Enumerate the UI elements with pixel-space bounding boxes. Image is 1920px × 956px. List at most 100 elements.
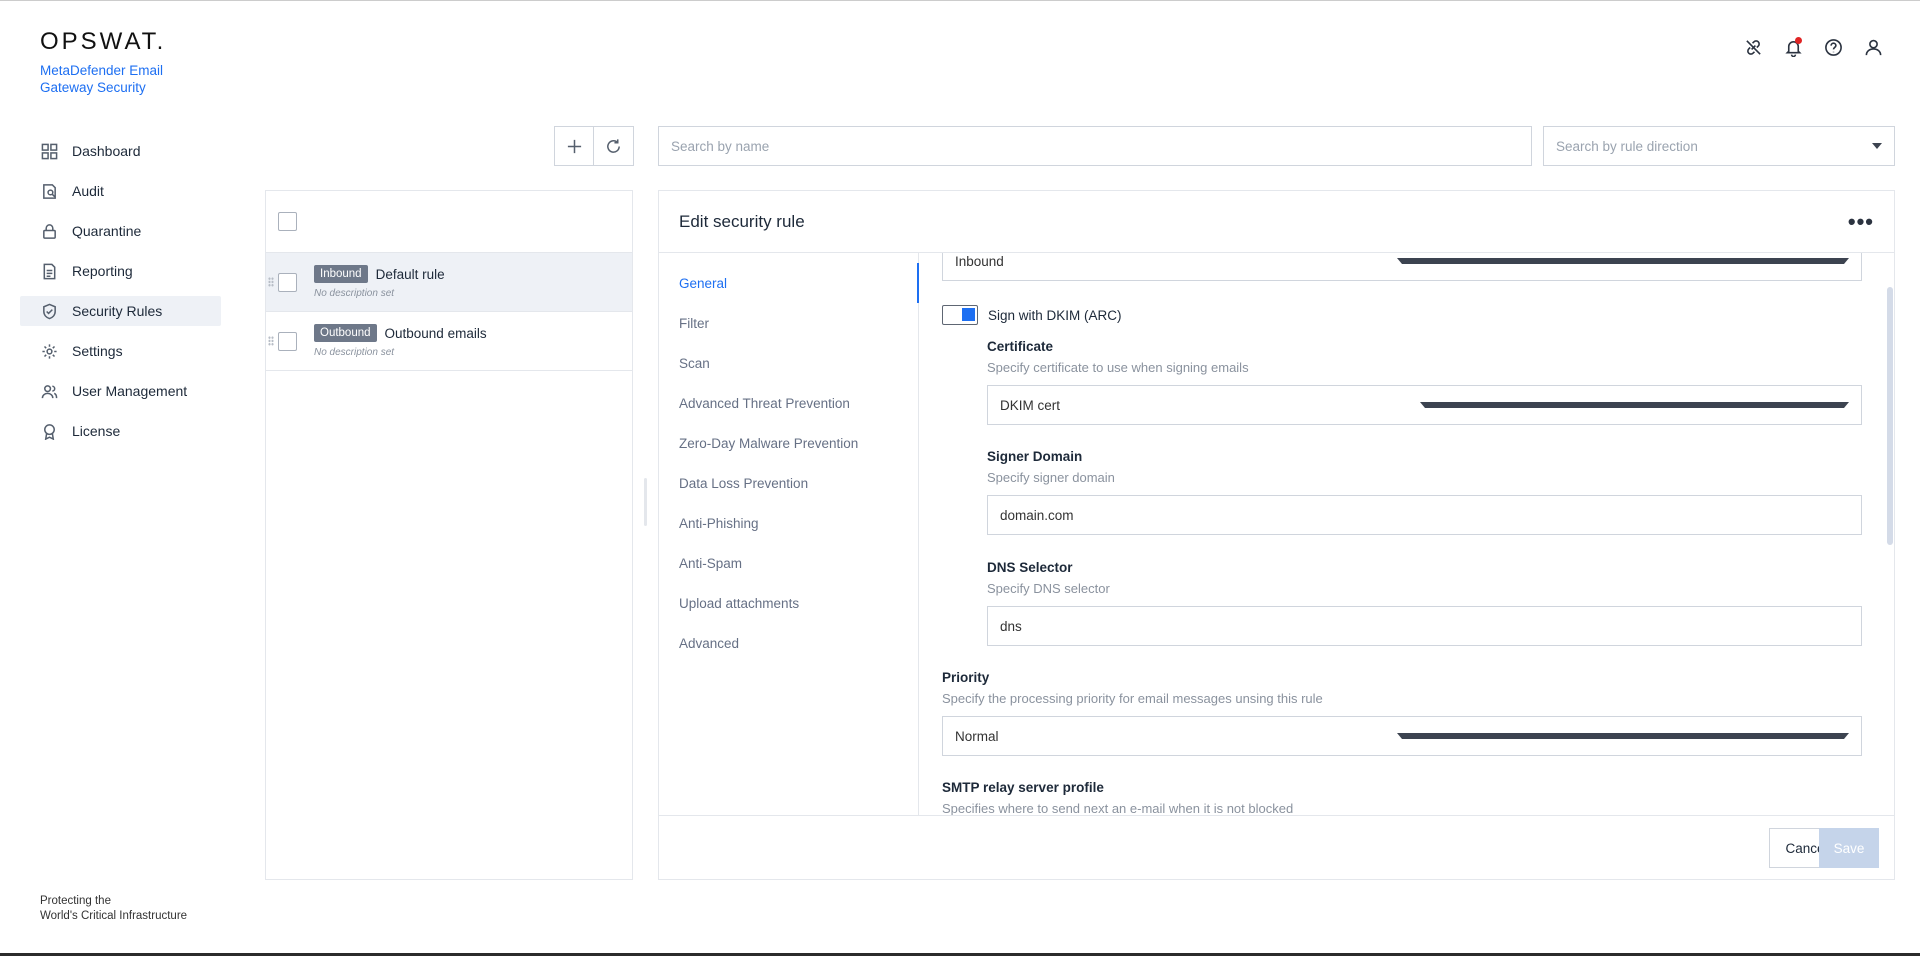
add-rule-button[interactable] (554, 126, 594, 166)
sidebar-item-label: Security Rules (72, 303, 163, 319)
priority-label: Priority (942, 670, 990, 685)
signer-domain-label: Signer Domain (987, 449, 1083, 464)
dkim-toggle-label: Sign with DKIM (ARC) (988, 307, 1122, 323)
sidebar-item-label: Audit (72, 183, 104, 199)
refresh-icon (607, 138, 620, 153)
tab-scan[interactable]: Scan (659, 343, 918, 383)
priority-value: Normal (955, 728, 999, 744)
header-actions (1742, 36, 1884, 58)
brand: OPSWAT. MetaDefender Email Gateway Secur… (40, 28, 190, 96)
list-item[interactable]: Outbound Outbound emails No description … (266, 312, 632, 371)
help-icon[interactable] (1822, 36, 1844, 58)
rule-top: Outbound Outbound emails (314, 324, 487, 342)
priority-help: Specify the processing priority for emai… (942, 691, 1323, 706)
direction-badge: Outbound (314, 324, 377, 342)
direction-value: Inbound (955, 253, 1004, 269)
row-checkbox[interactable] (278, 272, 297, 292)
sidebar-item-label: Dashboard (72, 143, 141, 159)
tab-zero-day-malware-prevention[interactable]: Zero-Day Malware Prevention (659, 423, 918, 463)
rule-direction-select[interactable]: Search by rule direction (1543, 126, 1895, 166)
dkim-toggle[interactable] (942, 305, 978, 325)
general-form: Inbound Sign with DKIM (ARC) Certificate… (920, 253, 1880, 815)
edit-rule-panel: Edit security rule ••• General Filter Sc… (658, 190, 1895, 880)
document-icon (40, 262, 58, 280)
certificate-value: DKIM cert (1000, 397, 1061, 413)
rule-body: Outbound Outbound emails No description … (314, 324, 487, 358)
smtp-relay-help: Specifies where to send next an e-mail w… (942, 801, 1294, 815)
audit-icon (40, 182, 58, 200)
dns-selector-field[interactable]: dns (987, 606, 1862, 646)
save-button[interactable]: Save (1819, 828, 1879, 868)
direction-select[interactable]: Inbound (942, 253, 1862, 281)
footer-line-2: World's Critical Infrastructure (40, 910, 188, 922)
plus-icon (567, 139, 581, 153)
row-checkbox[interactable] (278, 331, 297, 351)
priority-select[interactable]: Normal (942, 716, 1862, 756)
tab-upload-attachments[interactable]: Upload attachments (659, 583, 918, 623)
select-all-checkbox[interactable] (278, 212, 297, 231)
sidebar-item-user-management[interactable]: User Management (20, 376, 221, 406)
list-header (266, 191, 632, 253)
sidebar-item-label: Settings (72, 343, 123, 359)
rule-name: Outbound emails (384, 325, 487, 341)
certificate-help: Specify certificate to use when signing … (987, 360, 1249, 375)
tab-anti-spam[interactable]: Anti-Spam (659, 543, 918, 583)
opswat-logo[interactable]: OPSWAT. (40, 28, 190, 56)
sidebar-item-security-rules[interactable]: Security Rules (20, 296, 221, 326)
sidebar-item-settings[interactable]: Settings (20, 336, 221, 366)
rule-description: No description set (314, 347, 395, 358)
chevron-down-icon (1419, 402, 1849, 408)
tab-filter[interactable]: Filter (659, 303, 918, 343)
tab-anti-phishing[interactable]: Anti-Phishing (659, 503, 918, 543)
form-scrollbar[interactable] (1887, 287, 1893, 545)
users-icon (40, 382, 58, 400)
tab-data-loss-prevention[interactable]: Data Loss Prevention (659, 463, 918, 503)
grid-icon (40, 142, 58, 160)
tab-advanced-threat-prevention[interactable]: Advanced Threat Prevention (659, 383, 918, 423)
panel-resize-handle[interactable] (644, 478, 647, 526)
user-icon[interactable] (1862, 36, 1884, 58)
sidebar-item-reporting[interactable]: Reporting (20, 256, 221, 286)
footer-line-1: Protecting the (40, 895, 111, 907)
rule-top: Inbound Default rule (314, 265, 445, 283)
rule-body: Inbound Default rule No description set (314, 265, 445, 299)
more-options-icon[interactable]: ••• (1848, 209, 1874, 235)
sidebar-item-quarantine[interactable]: Quarantine (20, 216, 221, 246)
signer-domain-field[interactable]: domain.com (987, 495, 1862, 535)
badge-icon (40, 422, 58, 440)
sidebar-item-label: License (72, 423, 121, 439)
list-toolbar (554, 126, 634, 166)
drag-handle-icon[interactable] (268, 277, 274, 287)
toggle-knob (962, 308, 975, 321)
rule-description: No description set (314, 288, 395, 299)
certificate-select[interactable]: DKIM cert (987, 385, 1862, 425)
search-input[interactable] (658, 126, 1532, 166)
drag-handle-icon[interactable] (268, 336, 274, 346)
link-icon[interactable] (1742, 36, 1764, 58)
chevron-down-icon (1872, 143, 1882, 149)
lock-icon (40, 222, 58, 240)
product-name: MetaDefender Email Gateway Security (40, 63, 164, 95)
signer-domain-help: Specify signer domain (987, 470, 1115, 485)
rule-name: Default rule (375, 266, 445, 282)
refresh-button[interactable] (594, 126, 634, 166)
window-top-edge (0, 0, 1920, 1)
tab-advanced[interactable]: Advanced (659, 623, 918, 663)
chevron-down-icon (1397, 733, 1849, 739)
sidebar-item-audit[interactable]: Audit (20, 176, 221, 206)
bell-icon[interactable] (1782, 36, 1804, 58)
certificate-label: Certificate (987, 339, 1054, 354)
sidebar-nav: Dashboard Audit Quarantine Reporting Sec… (20, 136, 221, 456)
gear-icon (40, 342, 58, 360)
dns-selector-help: Specify DNS selector (987, 581, 1110, 596)
dns-selector-label: DNS Selector (987, 560, 1073, 575)
smtp-relay-label: SMTP relay server profile (942, 780, 1104, 795)
rule-list: Inbound Default rule No description set … (265, 190, 633, 880)
page-title: Edit security rule (679, 211, 805, 231)
sidebar-item-license[interactable]: License (20, 416, 221, 446)
sidebar-item-dashboard[interactable]: Dashboard (20, 136, 221, 166)
shield-check-icon (40, 302, 58, 320)
tab-general[interactable]: General (659, 263, 919, 303)
sidebar-item-label: Reporting (72, 263, 133, 279)
list-item[interactable]: Inbound Default rule No description set (266, 253, 632, 312)
